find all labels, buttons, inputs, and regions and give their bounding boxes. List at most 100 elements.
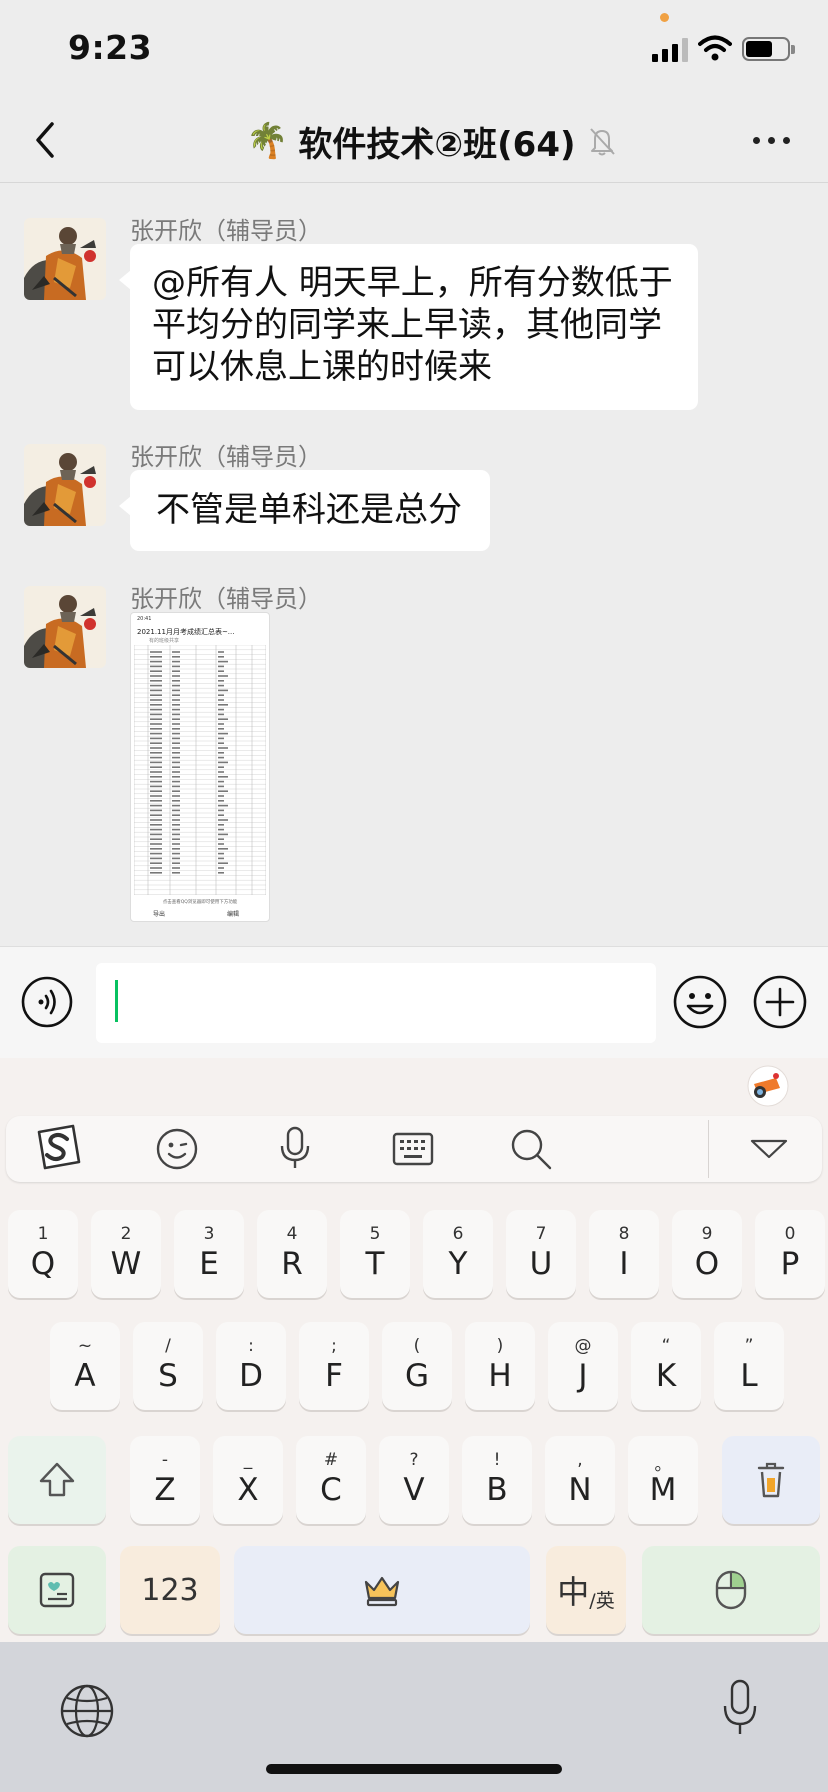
- sender-name: 张开欣（辅导员）: [130, 443, 322, 471]
- keyboard-layout-icon[interactable]: [388, 1124, 438, 1174]
- thumb-status-time: 20:41: [137, 616, 152, 622]
- key-primary-label: E: [199, 1246, 219, 1282]
- key-g[interactable]: (G: [382, 1322, 452, 1410]
- sender-avatar[interactable]: [24, 444, 106, 526]
- key-o[interactable]: 9O: [672, 1210, 742, 1298]
- key-secondary-label: 9: [701, 1224, 713, 1244]
- key-primary-label: I: [619, 1246, 629, 1282]
- globe-icon[interactable]: [58, 1682, 116, 1740]
- enter-key[interactable]: [642, 1546, 820, 1634]
- key-w[interactable]: 2W: [91, 1210, 161, 1298]
- key-b[interactable]: ! B: [462, 1436, 532, 1524]
- key-r[interactable]: 4R: [257, 1210, 327, 1298]
- emoji-button[interactable]: [672, 974, 728, 1030]
- key-f[interactable]: ; F: [299, 1322, 369, 1410]
- key-a[interactable]: ~ A: [50, 1322, 120, 1410]
- more-functions-button[interactable]: [752, 974, 808, 1030]
- dictation-microphone-icon[interactable]: [720, 1678, 760, 1738]
- message-bubble[interactable]: @所有人 明天早上，所有分数低于平均分的同学来上早读，其他同学可以休息上课的时候…: [119, 244, 698, 410]
- key-primary-label: L: [740, 1358, 758, 1394]
- key-secondary-label: !: [493, 1450, 501, 1470]
- image-message-thumbnail[interactable]: 20:41 2021.11月月考成绩汇总表~... 有的班级共享 点击查看QQ浏…: [130, 612, 270, 922]
- sender-avatar[interactable]: [24, 218, 106, 300]
- message-input[interactable]: [96, 963, 656, 1043]
- key-primary-label: F: [325, 1358, 343, 1394]
- key-u[interactable]: 7U: [506, 1210, 576, 1298]
- key-secondary-label: ): [496, 1336, 504, 1356]
- home-indicator: [266, 1764, 562, 1774]
- key-secondary-label: 8: [618, 1224, 630, 1244]
- text-caret: [115, 980, 118, 1022]
- privacy-indicator-dot: [660, 13, 669, 22]
- sogou-logo-icon[interactable]: [33, 1122, 83, 1172]
- key-z[interactable]: -Z: [130, 1436, 200, 1524]
- message-bubble[interactable]: 不管是单科还是总分: [119, 470, 490, 551]
- key-secondary-label: @: [574, 1336, 592, 1356]
- key-p[interactable]: 0P: [755, 1210, 825, 1298]
- key-m[interactable]: 。 M: [628, 1436, 698, 1524]
- key-k[interactable]: “K: [631, 1322, 701, 1410]
- key-s[interactable]: / S: [133, 1322, 203, 1410]
- battery-icon: [742, 37, 790, 61]
- key-j[interactable]: @ J: [548, 1322, 618, 1410]
- space-key[interactable]: [234, 1546, 530, 1634]
- back-button[interactable]: [26, 118, 66, 162]
- key-v[interactable]: ? V: [379, 1436, 449, 1524]
- shift-key[interactable]: [8, 1436, 106, 1524]
- thumb-title: 2021.11月月考成绩汇总表~...: [137, 628, 235, 636]
- chat-title: 🌴 软件技术②班(64): [246, 116, 576, 166]
- key-e[interactable]: 3E: [174, 1210, 244, 1298]
- key-secondary-label: 2: [120, 1224, 132, 1244]
- key-secondary-label: ,: [577, 1450, 583, 1470]
- key-secondary-label: “: [661, 1336, 671, 1356]
- search-icon[interactable]: [506, 1124, 556, 1174]
- key-secondary-label: ?: [409, 1450, 419, 1470]
- key-x[interactable]: _ X: [213, 1436, 283, 1524]
- key-i[interactable]: 8I: [589, 1210, 659, 1298]
- key-t[interactable]: 5T: [340, 1210, 410, 1298]
- key-primary-label: X: [237, 1472, 259, 1508]
- numbers-key[interactable]: 123: [120, 1546, 220, 1634]
- clipboard-icon: [39, 1572, 75, 1608]
- key-secondary-label: 5: [369, 1224, 381, 1244]
- key-primary-label: R: [281, 1246, 303, 1282]
- key-q[interactable]: 1Q: [8, 1210, 78, 1298]
- chat-title-text: 软件技术②班(64): [298, 124, 576, 165]
- language-key-sub: /英: [589, 1589, 615, 1612]
- palm-tree-icon: 🌴: [246, 121, 289, 161]
- key-primary-label: Q: [30, 1246, 56, 1282]
- key-secondary-label: _: [243, 1450, 253, 1470]
- clipboard-key[interactable]: [8, 1546, 106, 1634]
- mouse-icon: [715, 1570, 747, 1610]
- key-h[interactable]: ) H: [465, 1322, 535, 1410]
- shift-arrow-icon: [39, 1462, 75, 1497]
- key-primary-label: H: [488, 1358, 512, 1394]
- key-primary-label: D: [239, 1358, 263, 1394]
- language-switch-key[interactable]: 中/英: [546, 1546, 626, 1634]
- key-d[interactable]: :D: [216, 1322, 286, 1410]
- more-button[interactable]: [748, 126, 796, 154]
- ime-mascot-icon[interactable]: [746, 1064, 790, 1108]
- key-l[interactable]: ” L: [714, 1322, 784, 1410]
- delete-key[interactable]: [722, 1436, 820, 1524]
- key-n[interactable]: ,N: [545, 1436, 615, 1524]
- crown-space-icon: [364, 1576, 400, 1607]
- microphone-icon[interactable]: [270, 1122, 320, 1172]
- key-c[interactable]: # C: [296, 1436, 366, 1524]
- key-primary-label: Z: [154, 1472, 176, 1508]
- trash-delete-icon: [757, 1462, 785, 1498]
- emoji-face-icon[interactable]: [152, 1124, 202, 1174]
- sender-avatar[interactable]: [24, 586, 106, 668]
- key-primary-label: T: [365, 1246, 385, 1282]
- thumb-export-label: 导出: [153, 911, 166, 918]
- battery-tip: [791, 45, 795, 54]
- key-primary-label: M: [649, 1472, 677, 1508]
- key-y[interactable]: 6Y: [423, 1210, 493, 1298]
- key-primary-label: W: [110, 1246, 142, 1282]
- key-secondary-label: 1: [37, 1224, 49, 1244]
- voice-input-button[interactable]: [21, 976, 73, 1028]
- key-secondary-label: #: [323, 1450, 339, 1470]
- collapse-keyboard-icon[interactable]: [744, 1124, 794, 1174]
- key-primary-label: C: [320, 1472, 342, 1508]
- key-primary-label: S: [158, 1358, 178, 1394]
